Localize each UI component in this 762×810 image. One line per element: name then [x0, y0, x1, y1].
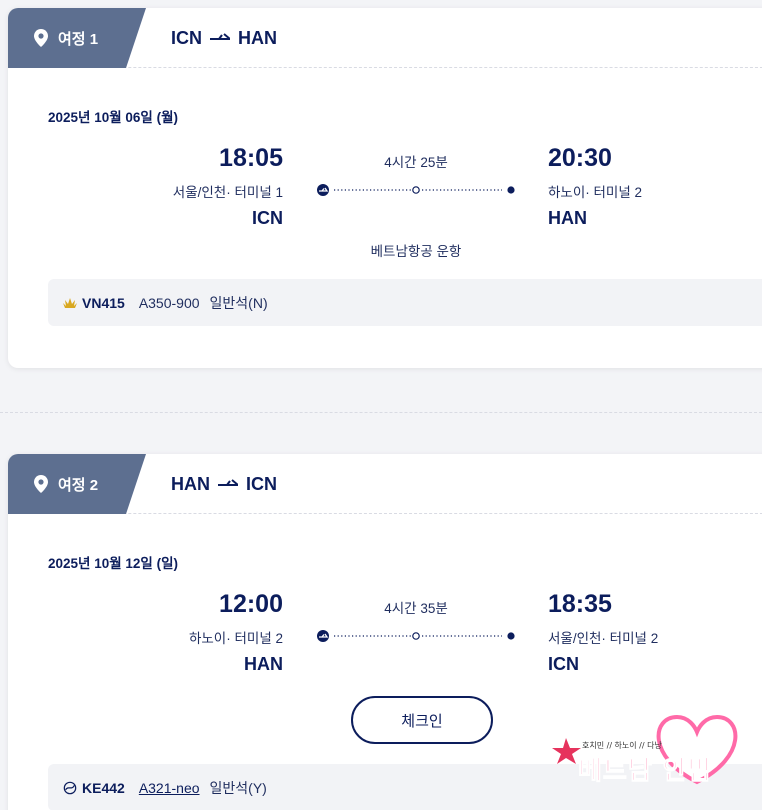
itinerary-header: 여정 2 HAN ICN [8, 454, 762, 514]
flight-timeline [317, 630, 515, 642]
departure-plane-icon [317, 184, 329, 196]
arrival-place: 하노이· 터미널 2 [548, 185, 643, 200]
star-icon [552, 738, 581, 764]
route-destination: ICN [246, 473, 277, 494]
flight-info-bar: VN415 A350-900 일반석(N) [48, 279, 762, 326]
itinerary-header: 여정 1 ICN HAN [8, 8, 762, 68]
vietnam-airlines-lotus-icon [63, 297, 77, 308]
route-destination: HAN [238, 27, 277, 48]
arrival-time: 20:30 [548, 144, 612, 172]
route-title: HAN ICN [171, 454, 277, 514]
route-title: ICN HAN [171, 8, 277, 68]
departure-place: 서울/인천· 터미널 1 [172, 185, 283, 200]
aircraft-type-link[interactable]: A321-neo [139, 780, 200, 796]
departure-plane-icon [317, 630, 329, 642]
arrival-dot-icon [507, 186, 515, 194]
flight-duration: 4시간 35분 [384, 601, 448, 616]
itinerary-tag: 여정 1 [8, 8, 146, 68]
section-divider [0, 412, 762, 413]
arrival-time: 18:35 [548, 590, 612, 618]
arrival-code: ICN [548, 654, 579, 674]
cabin-class: 일반석(Y) [209, 779, 267, 796]
watermark-text: 베트남 안밤 [578, 756, 713, 787]
flight-date: 2025년 10월 06일 (월) [48, 110, 178, 125]
watermark-logo: 호치민 // 하노이 // 다낭 베트남 안밤 [552, 702, 752, 792]
arrival-place: 서울/인천· 터미널 2 [548, 631, 659, 646]
arrival-dot-icon [507, 632, 515, 640]
flight-timeline [317, 184, 515, 196]
departure-code: ICN [252, 208, 283, 228]
location-pin-icon [34, 29, 48, 47]
departure-place: 하노이· 터미널 2 [188, 631, 283, 646]
departure-code: HAN [244, 654, 283, 674]
itinerary-tag: 여정 2 [8, 454, 146, 514]
checkin-button[interactable]: 체크인 [351, 696, 493, 744]
itinerary-card-1: 여정 1 ICN HAN 2025년 10월 06일 (월) 18:05 서울/… [8, 8, 762, 368]
flight-date: 2025년 10월 12일 (일) [48, 556, 178, 571]
arrival-code: HAN [548, 208, 587, 228]
timeline-midpoint-icon [412, 632, 420, 640]
timeline-midpoint-icon [412, 186, 420, 194]
itinerary-tag-label: 여정 1 [58, 30, 99, 48]
aircraft-type: A350-900 [138, 294, 200, 311]
plane-arrow-icon [210, 33, 230, 40]
route-origin: HAN [171, 473, 210, 494]
departure-time: 18:05 [219, 144, 283, 172]
plane-arrow-icon [218, 479, 238, 486]
departure-time: 12:00 [219, 590, 283, 618]
flight-number: VN415 [82, 294, 125, 311]
route-origin: ICN [171, 27, 202, 48]
flight-duration: 4시간 25분 [384, 155, 448, 170]
flight-number: KE442 [82, 779, 125, 796]
cabin-class: 일반석(N) [209, 294, 268, 311]
itinerary-tag-label: 여정 2 [58, 476, 99, 494]
operator-note: 베트남항공 운항 [370, 244, 462, 259]
korean-air-icon [63, 781, 77, 794]
location-pin-icon [34, 475, 48, 493]
